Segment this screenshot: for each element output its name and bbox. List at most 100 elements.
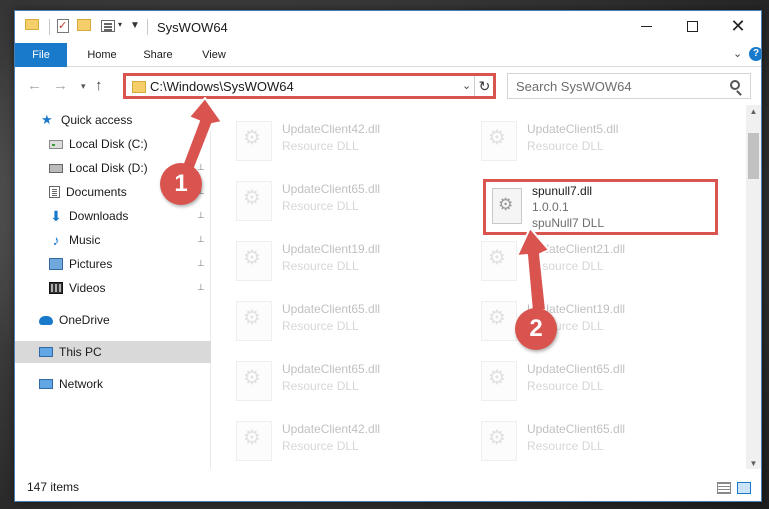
file-name: UpdateClient21.dll: [527, 242, 626, 256]
file-type: Resource DLL: [282, 439, 359, 453]
search-input[interactable]: Search SysWOW64: [516, 79, 632, 94]
file-item[interactable]: UpdateClient5.dll Resource DLL: [457, 115, 687, 165]
pin-icon[interactable]: ⊥: [197, 234, 205, 244]
pin-icon[interactable]: ⊥: [197, 282, 205, 292]
recent-locations-button[interactable]: ▾: [81, 81, 86, 92]
file-type: Resource DLL: [282, 259, 359, 273]
sidebar-item-network[interactable]: Network: [15, 373, 211, 395]
file-name: UpdateClient19.dll: [527, 302, 626, 316]
address-bar[interactable]: C:\Windows\SysWOW64 ⌄ ↻: [123, 73, 496, 99]
pin-icon[interactable]: ⊥: [197, 210, 205, 220]
folder-icon: [25, 19, 39, 30]
file-name: UpdateClient65.dll: [527, 422, 626, 436]
file-name: UpdateClient65.dll: [282, 302, 381, 316]
tab-share[interactable]: Share: [133, 43, 183, 67]
sidebar-item-documents[interactable]: Documents ⊥: [15, 181, 211, 203]
toolbar-divider: [49, 19, 50, 35]
file-item[interactable]: UpdateClient65.dll Resource DLL: [457, 415, 687, 465]
sidebar-item-label: Quick access: [61, 113, 133, 127]
sidebar-item-label: OneDrive: [59, 313, 110, 327]
file-item[interactable]: UpdateClient65.dll Resource DLL: [212, 355, 442, 405]
tab-home[interactable]: Home: [77, 43, 127, 67]
sidebar-item-label: Pictures: [69, 257, 113, 271]
address-path[interactable]: C:\Windows\SysWOW64: [150, 79, 294, 94]
file-item[interactable]: UpdateClient65.dll Resource DLL: [212, 295, 442, 345]
tab-view[interactable]: View: [189, 43, 239, 67]
file-item[interactable]: UpdateClient21.dll Resource DLL: [457, 235, 687, 285]
sidebar-item-downloads[interactable]: ⬇ Downloads ⊥: [15, 205, 211, 227]
tab-file[interactable]: File: [15, 43, 67, 67]
sidebar-item-onedrive[interactable]: OneDrive: [15, 309, 211, 331]
quick-access-dropdown-icon[interactable]: ▾: [118, 20, 122, 29]
file-item[interactable]: UpdateClient65.dll Resource DLL: [457, 355, 687, 405]
file-item[interactable]: UpdateClient42.dll Resource DLL: [212, 115, 442, 165]
properties-icon[interactable]: [101, 20, 115, 32]
pin-icon[interactable]: ⊥: [197, 258, 205, 268]
sidebar-item-music[interactable]: ♪ Music ⊥: [15, 229, 211, 251]
maximize-icon: [686, 20, 698, 32]
video-icon: [49, 282, 63, 294]
maximize-button[interactable]: [669, 11, 715, 41]
file-item-selected[interactable]: spunull7.dll 1.0.0.1 spuNull7 DLL: [483, 179, 718, 235]
file-name: UpdateClient65.dll: [282, 362, 381, 376]
close-button[interactable]: ✕: [715, 11, 761, 41]
file-version: 1.0.0.1: [532, 200, 569, 214]
file-type: Resource DLL: [527, 259, 604, 273]
document-icon: [49, 186, 60, 198]
file-type: Resource DLL: [282, 199, 359, 213]
pin-icon[interactable]: ⊥: [197, 162, 205, 172]
file-item[interactable]: UpdateClient42.dll Resource DLL: [212, 415, 442, 465]
file-type: Resource DLL: [527, 379, 604, 393]
file-name: UpdateClient19.dll: [282, 242, 381, 256]
file-name: UpdateClient65.dll: [282, 182, 381, 196]
search-icon[interactable]: [730, 80, 740, 90]
dll-file-icon: [236, 361, 272, 401]
sidebar-item-label: Local Disk (D:): [69, 161, 148, 175]
status-bar: 147 items: [15, 475, 761, 501]
minimize-icon: [640, 25, 652, 27]
details-view-icon[interactable]: [717, 482, 731, 494]
picture-icon: [49, 258, 63, 270]
properties-check-icon[interactable]: ✓: [57, 19, 69, 33]
file-type: Resource DLL: [527, 319, 604, 333]
refresh-button[interactable]: ↻: [474, 76, 494, 96]
large-icons-view-icon[interactable]: [737, 482, 751, 494]
item-count: 147 items: [27, 480, 80, 494]
help-icon[interactable]: ?: [749, 47, 761, 61]
file-type: Resource DLL: [282, 319, 359, 333]
sidebar-item-quick-access[interactable]: ★ Quick access: [15, 109, 211, 131]
sidebar-item-local-disk-c[interactable]: Local Disk (C:) ⊥: [15, 133, 211, 155]
up-button[interactable]: ↑: [95, 77, 103, 94]
back-button[interactable]: ←: [27, 77, 42, 94]
forward-button[interactable]: →: [53, 77, 68, 94]
sidebar-item-this-pc[interactable]: This PC: [15, 341, 211, 363]
disk-icon: [49, 139, 63, 149]
minimize-button[interactable]: [623, 11, 669, 41]
navigation-pane: ★ Quick access Local Disk (C:) ⊥ Local D…: [15, 105, 211, 469]
search-box[interactable]: Search SysWOW64: [507, 73, 751, 99]
toolbar-divider: [147, 19, 148, 35]
sidebar-item-label: Downloads: [69, 209, 129, 223]
customize-toolbar-icon[interactable]: ▼: [130, 20, 140, 31]
file-item[interactable]: UpdateClient19.dll Resource DLL: [212, 235, 442, 285]
sidebar-item-local-disk-d[interactable]: Local Disk (D:) ⊥: [15, 157, 211, 179]
file-item[interactable]: UpdateClient65.dll Resource DLL: [212, 175, 442, 225]
file-type: Resource DLL: [282, 139, 359, 153]
sidebar-item-pictures[interactable]: Pictures ⊥: [15, 253, 211, 275]
vertical-scrollbar[interactable]: ▲ ▼: [746, 105, 761, 469]
pin-icon[interactable]: ⊥: [197, 186, 205, 196]
file-list: UpdateClient42.dll Resource DLL UpdateCl…: [212, 105, 745, 469]
new-folder-icon[interactable]: [77, 19, 91, 31]
file-type: Resource DLL: [282, 379, 359, 393]
expand-ribbon-icon[interactable]: ⌄: [733, 47, 742, 60]
file-name: spunull7.dll: [532, 184, 593, 198]
scroll-down-icon[interactable]: ▼: [746, 459, 761, 468]
navigation-bar: ← → ▾ ↑ C:\Windows\SysWOW64 ⌄ ↻ Search S…: [15, 71, 761, 101]
sidebar-item-videos[interactable]: Videos ⊥: [15, 277, 211, 299]
pin-icon[interactable]: ⊥: [197, 138, 205, 148]
file-item[interactable]: UpdateClient19.dll Resource DLL: [457, 295, 687, 345]
download-icon: ⬇: [50, 208, 62, 224]
address-dropdown-icon[interactable]: ⌄: [462, 79, 471, 92]
scroll-thumb[interactable]: [748, 133, 759, 179]
scroll-up-icon[interactable]: ▲: [746, 107, 761, 116]
